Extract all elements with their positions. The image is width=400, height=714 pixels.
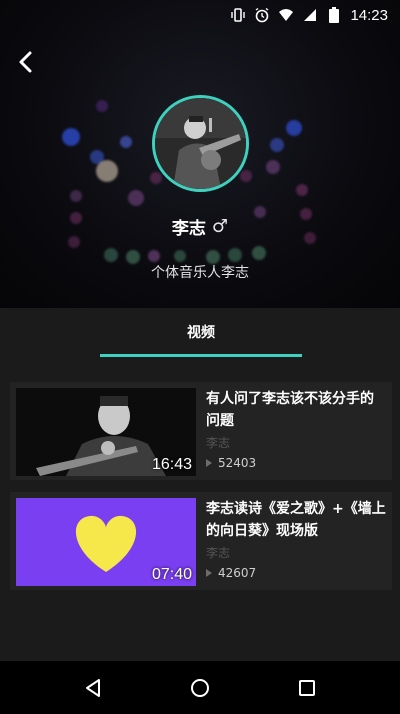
video-plays: 52403 [206, 456, 256, 470]
video-list: 16:43 有人问了李志该不该分手的问题 李志 52403 07:40 李志读诗… [0, 364, 400, 661]
artist-name: 李志 [171, 219, 206, 239]
bokeh-light [70, 190, 82, 202]
video-author: 李志 [206, 436, 231, 450]
bokeh-light [286, 120, 302, 136]
bokeh-light [96, 160, 118, 182]
play-count-icon [206, 569, 212, 577]
bokeh-light [296, 184, 308, 196]
alarm-icon [254, 7, 270, 23]
video-author: 李志 [206, 546, 231, 560]
nav-recents-button[interactable] [287, 668, 327, 708]
video-duration: 07:40 [151, 566, 192, 583]
bokeh-light [150, 172, 162, 184]
bokeh-light [120, 136, 132, 148]
video-title[interactable]: 李志读诗《爱之歌》+《墙上的向日葵》现场版 [206, 498, 386, 542]
bokeh-light [104, 248, 118, 262]
back-triangle-icon [86, 678, 101, 697]
bokeh-light [228, 248, 242, 262]
video-duration: 16:43 [151, 456, 192, 473]
play-count-icon [206, 459, 212, 467]
artist-title-row: 李志 ♂ [0, 214, 400, 239]
play-count: 42607 [218, 566, 257, 580]
male-gender-icon: ♂ [211, 216, 229, 237]
vibrate-icon [230, 7, 246, 23]
video-thumbnail[interactable]: 07:40 [16, 498, 196, 586]
back-chevron-icon [19, 51, 32, 73]
tab-active-indicator [100, 354, 302, 357]
bokeh-light [270, 138, 284, 152]
bokeh-light [174, 250, 186, 262]
video-card[interactable]: 07:40 李志读诗《爱之歌》+《墙上的向日葵》现场版 李志 42607 [10, 492, 392, 590]
artist-header: 李志 ♂ 个体音乐人李志 [0, 0, 400, 308]
system-nav-bar [0, 661, 400, 714]
video-plays: 42607 [206, 566, 256, 580]
status-time: 14:23 [350, 6, 388, 24]
bokeh-light [128, 190, 144, 206]
avatar-photo [155, 98, 246, 189]
video-title[interactable]: 有人问了李志该不该分手的问题 [206, 388, 386, 432]
video-card[interactable]: 16:43 有人问了李志该不该分手的问题 李志 52403 [10, 382, 392, 480]
tab-video[interactable]: 视频 [100, 308, 302, 356]
nav-back-button[interactable] [73, 668, 113, 708]
artist-avatar[interactable] [152, 95, 249, 192]
video-thumbnail[interactable]: 16:43 [16, 388, 196, 476]
artist-bio: 个体音乐人李志 [151, 265, 249, 281]
tab-bar: 视频 [0, 308, 400, 364]
bokeh-light [96, 100, 108, 112]
bokeh-light [240, 170, 252, 182]
bokeh-light [252, 246, 266, 260]
wifi-icon [278, 7, 294, 23]
play-count: 52403 [218, 456, 257, 470]
back-button[interactable] [10, 46, 42, 78]
nav-home-button[interactable] [180, 668, 220, 708]
bokeh-light [148, 250, 160, 262]
status-bar: 14:23 [0, 0, 400, 30]
recents-square-icon [298, 679, 315, 696]
battery-icon [326, 7, 342, 23]
signal-icon [302, 7, 318, 23]
bokeh-light [62, 128, 80, 146]
home-circle-icon [190, 678, 209, 697]
bokeh-light [266, 160, 280, 174]
